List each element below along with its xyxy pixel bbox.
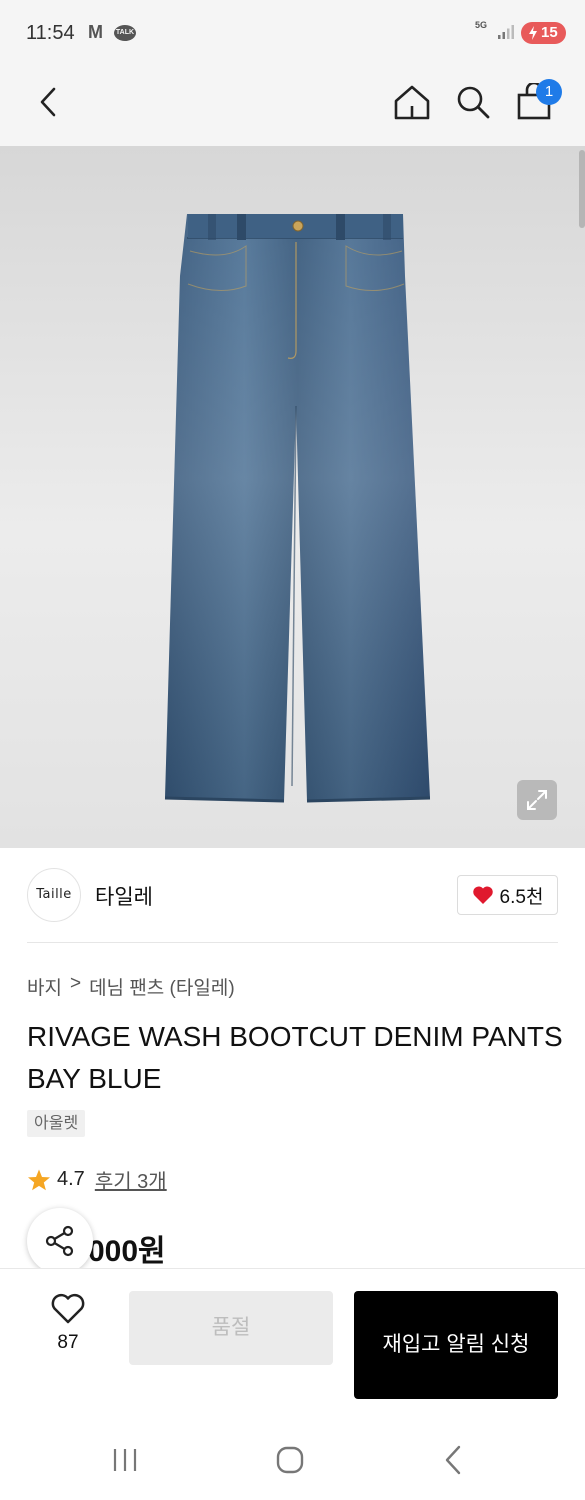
- battery-level: 15: [541, 24, 558, 41]
- top-nav-bar: 1: [0, 64, 585, 146]
- share-button[interactable]: [27, 1208, 93, 1274]
- breadcrumb-subcategory[interactable]: 데님 팬츠 (타일레): [89, 973, 235, 1000]
- product-price: 000원: [88, 1235, 166, 1268]
- home-circle-icon: [276, 1446, 304, 1474]
- battery-indicator: 15: [521, 22, 566, 44]
- brand-like-button[interactable]: 6.5천: [457, 875, 558, 915]
- bottom-action-bar: 87 품절 재입고 알림 신청: [0, 1268, 585, 1418]
- search-icon: [457, 86, 490, 119]
- product-image[interactable]: [0, 146, 585, 848]
- expand-icon: [527, 790, 547, 810]
- network-5g-icon: 5G: [475, 20, 488, 30]
- review-count-link[interactable]: 후기 3개: [95, 1165, 167, 1194]
- home-system-button[interactable]: [260, 1440, 320, 1480]
- home-button[interactable]: [388, 78, 436, 126]
- restock-alert-label: 재입고 알림 신청: [382, 1333, 530, 1356]
- status-bar: 11:54 M TALK 5G 15: [0, 0, 585, 64]
- cart-count-badge: 1: [536, 79, 562, 105]
- share-icon: [45, 1225, 74, 1257]
- product-title: RIVAGE WASH BOOTCUT DENIM PANTS BAY BLUE: [27, 1021, 563, 1094]
- brand-row: Taille 타일레 6.5천: [0, 848, 585, 944]
- chevron-left-icon: [40, 87, 56, 117]
- breadcrumb-category[interactable]: 바지: [27, 973, 62, 1000]
- signal-icon: [498, 25, 514, 39]
- breadcrumb-separator: >: [69, 973, 82, 994]
- back-arrow-icon: [445, 1445, 461, 1475]
- scrollbar-thumb[interactable]: [579, 150, 585, 228]
- breadcrumb: 바지 > 데님 팬츠 (타일레): [27, 973, 235, 1000]
- expand-image-button[interactable]: [517, 780, 557, 820]
- recent-apps-icon: [113, 1449, 137, 1471]
- kakaotalk-icon: TALK: [114, 25, 136, 41]
- restock-alert-button[interactable]: 재입고 알림 신청: [354, 1291, 558, 1399]
- status-time: 11:54: [26, 22, 75, 44]
- star-icon: [28, 1169, 50, 1190]
- cart-button[interactable]: 1: [510, 78, 562, 126]
- recent-apps-button[interactable]: [95, 1440, 155, 1480]
- wishlist-button[interactable]: 87: [40, 1293, 96, 1357]
- battery-saver-icon: [529, 26, 537, 40]
- outlet-tag: 아울렛: [27, 1110, 86, 1137]
- gmail-icon: M: [88, 22, 103, 42]
- wishlist-count: 87: [57, 1332, 79, 1353]
- brand-like-count: 6.5천: [499, 886, 544, 908]
- system-nav-bar: [0, 1418, 585, 1500]
- back-system-button[interactable]: [423, 1440, 483, 1480]
- heart-outline-icon: [51, 1293, 85, 1324]
- denim-pants-image: [164, 214, 431, 803]
- soldout-button: 품절: [129, 1291, 333, 1365]
- back-button[interactable]: [24, 78, 72, 126]
- heart-filled-icon: [472, 886, 493, 904]
- brand-name[interactable]: 타일레: [95, 881, 153, 911]
- home-icon: [394, 85, 430, 120]
- search-button[interactable]: [449, 78, 497, 126]
- rating-score: 4.7: [57, 1168, 85, 1190]
- section-divider: [27, 942, 558, 943]
- brand-logo[interactable]: Taille: [27, 868, 81, 922]
- rating-row: 4.7 후기 3개: [27, 1165, 167, 1194]
